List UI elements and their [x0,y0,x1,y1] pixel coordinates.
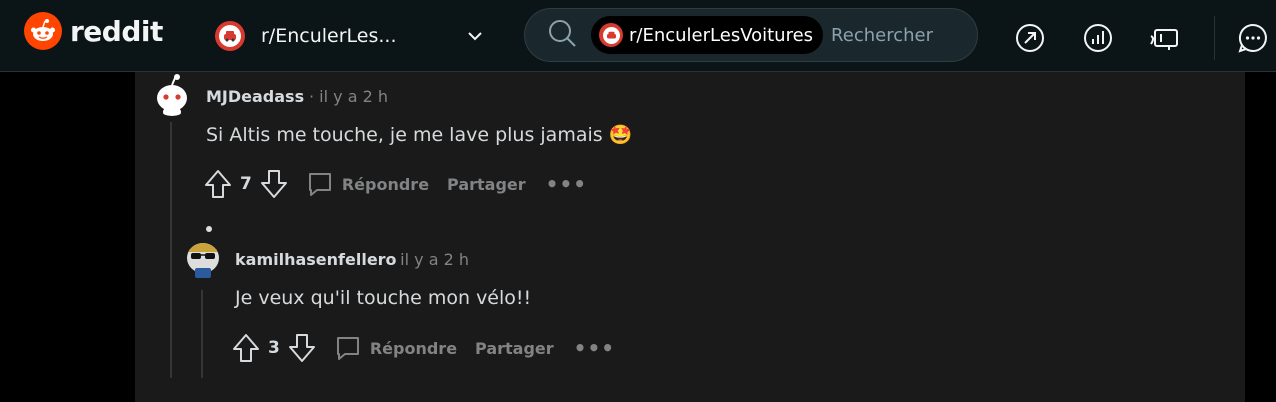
more-options-button[interactable]: ••• [546,172,587,196]
chevron-down-icon [465,26,485,50]
comment-icon [336,337,359,360]
comment-body: Je veux qu'il touche mon vélo!! [235,287,532,309]
search-icon [547,18,577,52]
share-label: Partager [475,338,554,358]
comment-body: Si Altis me touche, je me lave plus jama… [206,124,633,146]
snoo-icon [24,12,62,50]
reply-button[interactable]: Répondre [334,334,457,362]
share-button[interactable]: Partager [475,339,554,358]
header-divider [1214,16,1215,60]
vote-score: 3 [268,338,280,358]
comment-time: il y a 2 h [319,87,388,106]
avatar[interactable] [151,72,193,116]
comment-timestamp: · il y a 2 h [309,87,388,106]
search-input[interactable]: Rechercher [831,25,933,46]
search-scope-label: r/EnculerLesVoitures [629,24,814,46]
subreddit-icon [215,21,245,51]
vote-score: 7 [240,174,252,194]
community-name: r/EnculerLes... [261,25,397,47]
header-actions [1010,16,1276,60]
comment-time: il y a 2 h [400,250,469,269]
logo-text: reddit [70,14,163,48]
reply-label: Répondre [369,338,458,358]
search-scope-chip[interactable]: r/EnculerLesVoitures [591,16,824,54]
search-bar[interactable]: r/EnculerLesVoitures Rechercher [524,8,978,62]
comment-actions: 7 Répondre Partager ••• [202,168,587,200]
community-switcher[interactable]: r/EnculerLes... [215,18,485,54]
thread-line[interactable] [170,122,172,378]
upvote-button[interactable] [230,332,262,364]
upvote-button[interactable] [202,168,234,200]
comment-author[interactable]: kamilhasenfellero [235,250,397,269]
advertise-icon[interactable] [1146,18,1186,58]
downvote-button[interactable] [286,332,318,364]
downvote-button[interactable] [258,168,290,200]
popular-icon[interactable] [1010,18,1050,58]
comment-icon [308,173,331,196]
reddit-logo[interactable]: reddit [24,12,163,50]
top-bar: reddit r/EnculerLes... r/EnculerLesVoitu… [0,0,1276,72]
comment-thread: MJDeadass · il y a 2 h Si Altis me touch… [135,72,1245,402]
more-options-button[interactable]: ••• [574,336,615,360]
comment-timestamp: · il y a 2 h [390,250,469,269]
comment-author[interactable]: MJDeadass [206,87,304,106]
stats-icon[interactable] [1078,18,1118,58]
comment-actions: 3 Répondre Partager ••• [230,332,615,364]
reply-label: Répondre [341,174,430,194]
reply-button[interactable]: Répondre [306,170,429,198]
chat-icon[interactable] [1233,18,1273,58]
thread-line[interactable] [201,290,203,378]
subreddit-icon [599,23,623,47]
avatar[interactable] [181,224,225,280]
share-button[interactable]: Partager [447,175,526,194]
share-label: Partager [447,174,526,194]
